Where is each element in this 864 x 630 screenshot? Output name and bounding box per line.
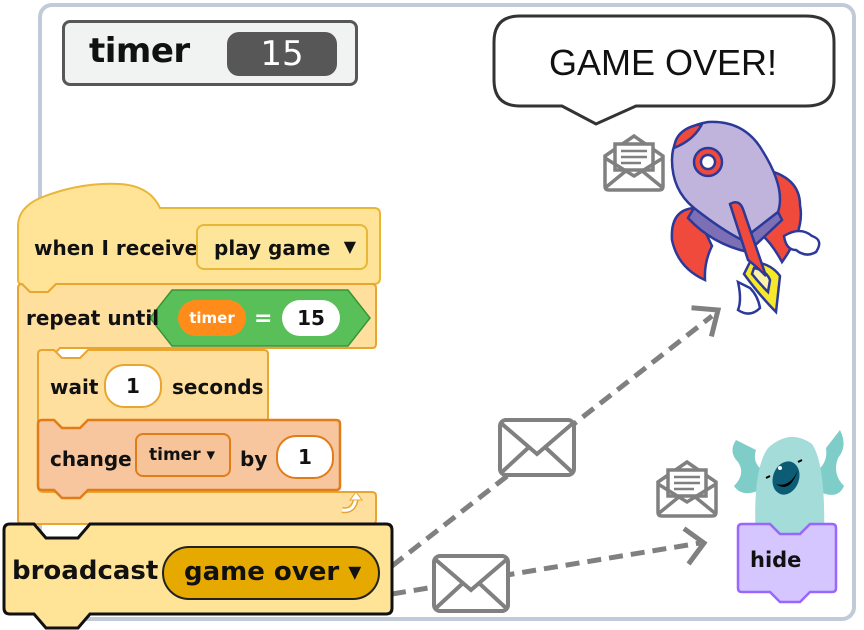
message-dropdown-play-game[interactable]: play game ▼ — [196, 224, 368, 270]
repeat-until-label: repeat until — [26, 306, 160, 330]
broadcast-label: broadcast — [12, 556, 159, 586]
condition-value-input[interactable]: 15 — [282, 300, 340, 336]
wait-seconds-input[interactable]: 1 — [104, 364, 162, 408]
seconds-label: seconds — [172, 375, 264, 399]
open-envelope-icon — [603, 133, 665, 192]
change-label: change — [50, 447, 132, 471]
wait-label: wait — [50, 375, 99, 399]
envelope-icon — [498, 418, 576, 477]
timer-variable-reporter[interactable]: timer — [178, 300, 246, 336]
broadcast-message-dropdown[interactable]: game over ▾ — [162, 546, 380, 600]
message-dropdown-value: play game — [214, 236, 331, 260]
variable-dropdown-timer[interactable]: timer ▾ — [135, 433, 231, 477]
change-by-input[interactable]: 1 — [276, 435, 334, 479]
hide-block-label: hide — [750, 548, 802, 572]
caret-down-icon: ▼ — [343, 237, 356, 256]
hat-block-label: when I receive — [34, 236, 199, 260]
rocket-sprite — [670, 120, 821, 315]
envelope-icon — [432, 554, 510, 613]
equals-operator: = — [254, 306, 273, 331]
by-label: by — [240, 447, 268, 471]
open-envelope-icon — [656, 459, 718, 518]
